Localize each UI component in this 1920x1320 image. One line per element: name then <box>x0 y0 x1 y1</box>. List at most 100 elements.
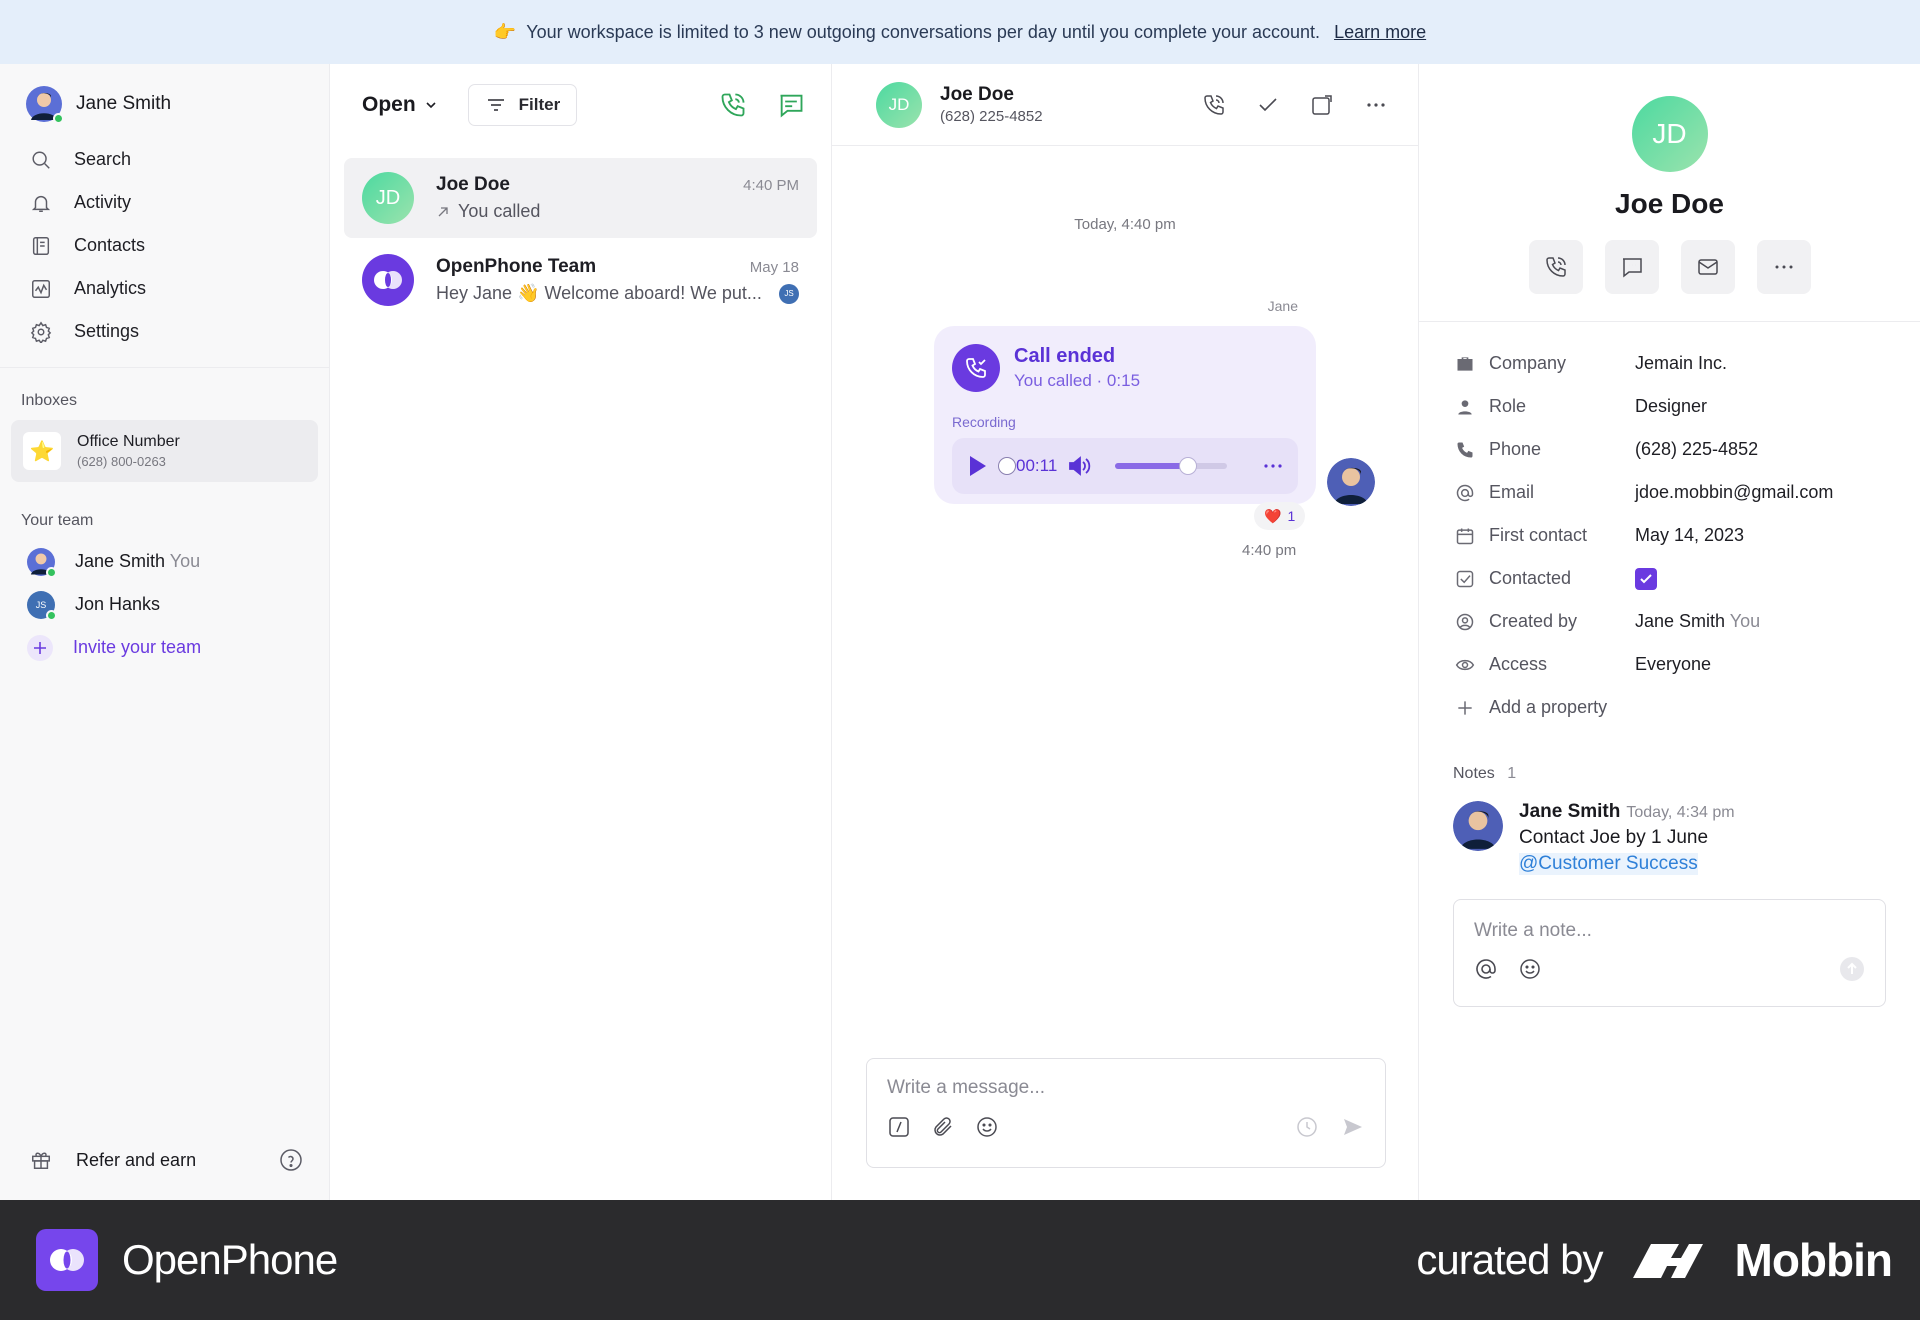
reaction-badge[interactable]: ❤️ 1 <box>1254 502 1306 530</box>
call-details: You called · 0:15 <box>1014 371 1141 390</box>
briefcase-icon <box>1457 356 1473 371</box>
volume-slider[interactable] <box>1115 457 1228 475</box>
property-key: Email <box>1489 482 1535 502</box>
submit-note-icon[interactable] <box>1839 956 1865 982</box>
snooze-icon[interactable] <box>1310 93 1334 117</box>
mention-icon[interactable] <box>1474 957 1498 981</box>
nav-settings[interactable]: Settings <box>0 310 329 353</box>
brand-name: OpenPhone <box>122 1236 338 1283</box>
attachment-icon[interactable] <box>931 1115 955 1139</box>
help-icon[interactable] <box>279 1148 303 1172</box>
openphone-logo-icon <box>362 254 414 306</box>
property-value: Jemain Inc. <box>1635 353 1728 373</box>
message-button[interactable] <box>1604 240 1659 294</box>
nav-label: Analytics <box>74 278 147 298</box>
send-icon[interactable] <box>1341 1115 1365 1139</box>
property-key: Contacted <box>1489 568 1572 588</box>
contact-name: Joe Doe <box>1615 188 1724 219</box>
note-author-avatar <box>1453 801 1503 851</box>
note-composer[interactable]: Write a note... <box>1453 899 1886 1007</box>
checkbox-icon <box>1456 570 1474 587</box>
sender-avatar <box>1327 458 1375 506</box>
analytics-icon <box>32 279 50 298</box>
more-button[interactable] <box>1756 240 1811 294</box>
emoji-icon[interactable] <box>1518 957 1542 981</box>
openphone-logo-icon <box>36 1229 98 1291</box>
property-access[interactable]: Access Everyone <box>1455 643 1920 686</box>
conversation-openphone-team[interactable]: OpenPhone Team May 18 Hey Jane 👋 Welcome… <box>344 240 817 320</box>
curated-by-label: curated by <box>1416 1236 1603 1283</box>
play-icon[interactable] <box>966 454 988 478</box>
add-property-button[interactable]: Add a property <box>1455 686 1920 729</box>
conversation-preview: Hey Jane 👋 Welcome aboard! We put... <box>436 283 762 303</box>
pointing-hand-emoji: 👉 <box>493 21 517 42</box>
property-first-contact[interactable]: First contact May 14, 2023 <box>1455 514 1920 557</box>
note-input[interactable]: Write a note... <box>1474 920 1865 942</box>
note-time: Today, 4:34 pm <box>1626 804 1735 821</box>
user-avatar <box>26 86 64 124</box>
message-input[interactable]: Write a message... <box>887 1077 1365 1099</box>
playback-knob[interactable] <box>998 457 1016 475</box>
nav-label: Contacts <box>74 235 146 255</box>
property-company[interactable]: Company Jemain Inc. <box>1455 342 1920 385</box>
mark-done-icon[interactable] <box>1256 93 1280 117</box>
message-composer[interactable]: Write a message... <box>866 1058 1386 1168</box>
message-icon <box>1622 258 1642 278</box>
property-key: Created by <box>1489 611 1578 631</box>
heart-emoji: ❤️ <box>1264 507 1282 524</box>
learn-more-link[interactable]: Learn more <box>1334 22 1426 43</box>
property-value: Jane Smith <box>1635 611 1726 631</box>
user-name: Jane Smith <box>76 93 172 114</box>
phone-icon <box>1457 442 1473 457</box>
nav-contacts[interactable]: Contacts <box>0 224 329 267</box>
more-icon[interactable] <box>1364 93 1388 117</box>
email-button[interactable] <box>1680 240 1735 294</box>
search-icon <box>32 150 50 169</box>
conversation-joe-doe[interactable]: JD Joe Doe 4:40 PM You called <box>344 158 817 238</box>
status-label: Open <box>362 93 416 116</box>
outgoing-call-icon <box>438 206 448 216</box>
nav-analytics[interactable]: Analytics <box>0 267 329 310</box>
call-bubble: Call ended You called · 0:15 Recording 0… <box>934 326 1316 504</box>
team-member-name: Jon Hanks <box>75 594 161 614</box>
contacted-checkbox[interactable] <box>1635 567 1657 590</box>
property-value: Designer <box>1635 396 1708 416</box>
nav-search[interactable]: Search <box>0 138 329 181</box>
call-button[interactable] <box>1528 240 1583 294</box>
chevron-down-icon <box>426 102 436 109</box>
more-icon[interactable] <box>1262 455 1284 477</box>
eye-icon <box>1455 659 1475 670</box>
team-member-jon[interactable]: JS Jon Hanks <box>0 583 329 626</box>
filter-icon <box>487 99 504 111</box>
property-role[interactable]: Role Designer <box>1455 385 1920 428</box>
filter-button[interactable]: Filter <box>467 84 578 126</box>
emoji-icon[interactable] <box>975 1115 999 1139</box>
filter-label: Filter <box>518 95 561 114</box>
refer-and-earn[interactable]: Refer and earn <box>0 1140 329 1180</box>
call-status: Call ended <box>1014 345 1116 367</box>
property-email[interactable]: Email jdoe.mobbin@gmail.com <box>1455 471 1920 514</box>
new-call-icon[interactable] <box>719 91 747 119</box>
property-contacted[interactable]: Contacted <box>1455 557 1920 600</box>
banner-text: Your workspace is limited to 3 new outgo… <box>526 21 1321 42</box>
gear-icon <box>30 321 52 343</box>
property-phone[interactable]: Phone (628) 225-4852 <box>1455 428 1920 471</box>
volume-knob[interactable] <box>1179 457 1198 475</box>
team-member-jane[interactable]: Jane Smith You <box>0 540 329 583</box>
avatar <box>27 547 57 578</box>
refer-label: Refer and earn <box>76 1149 197 1170</box>
invite-team-button[interactable]: Invite your team <box>0 626 329 669</box>
inbox-office-number[interactable]: ⭐ Office Number (628) 800-0263 <box>11 420 318 482</box>
nav-activity[interactable]: Activity <box>0 181 329 224</box>
notes-title: Notes <box>1453 765 1495 782</box>
current-user[interactable]: Jane Smith <box>0 64 329 138</box>
status-dropdown[interactable]: Open <box>362 93 438 117</box>
at-icon <box>1456 484 1474 501</box>
new-message-icon[interactable] <box>777 91 805 119</box>
snippets-icon[interactable] <box>887 1115 911 1139</box>
volume-icon[interactable] <box>1067 454 1093 478</box>
schedule-icon[interactable] <box>1295 1115 1319 1139</box>
property-created-by[interactable]: Created by Jane Smith You <box>1455 600 1920 643</box>
call-icon[interactable] <box>1202 93 1226 117</box>
note-mention[interactable]: @Customer Success <box>1519 853 1698 875</box>
